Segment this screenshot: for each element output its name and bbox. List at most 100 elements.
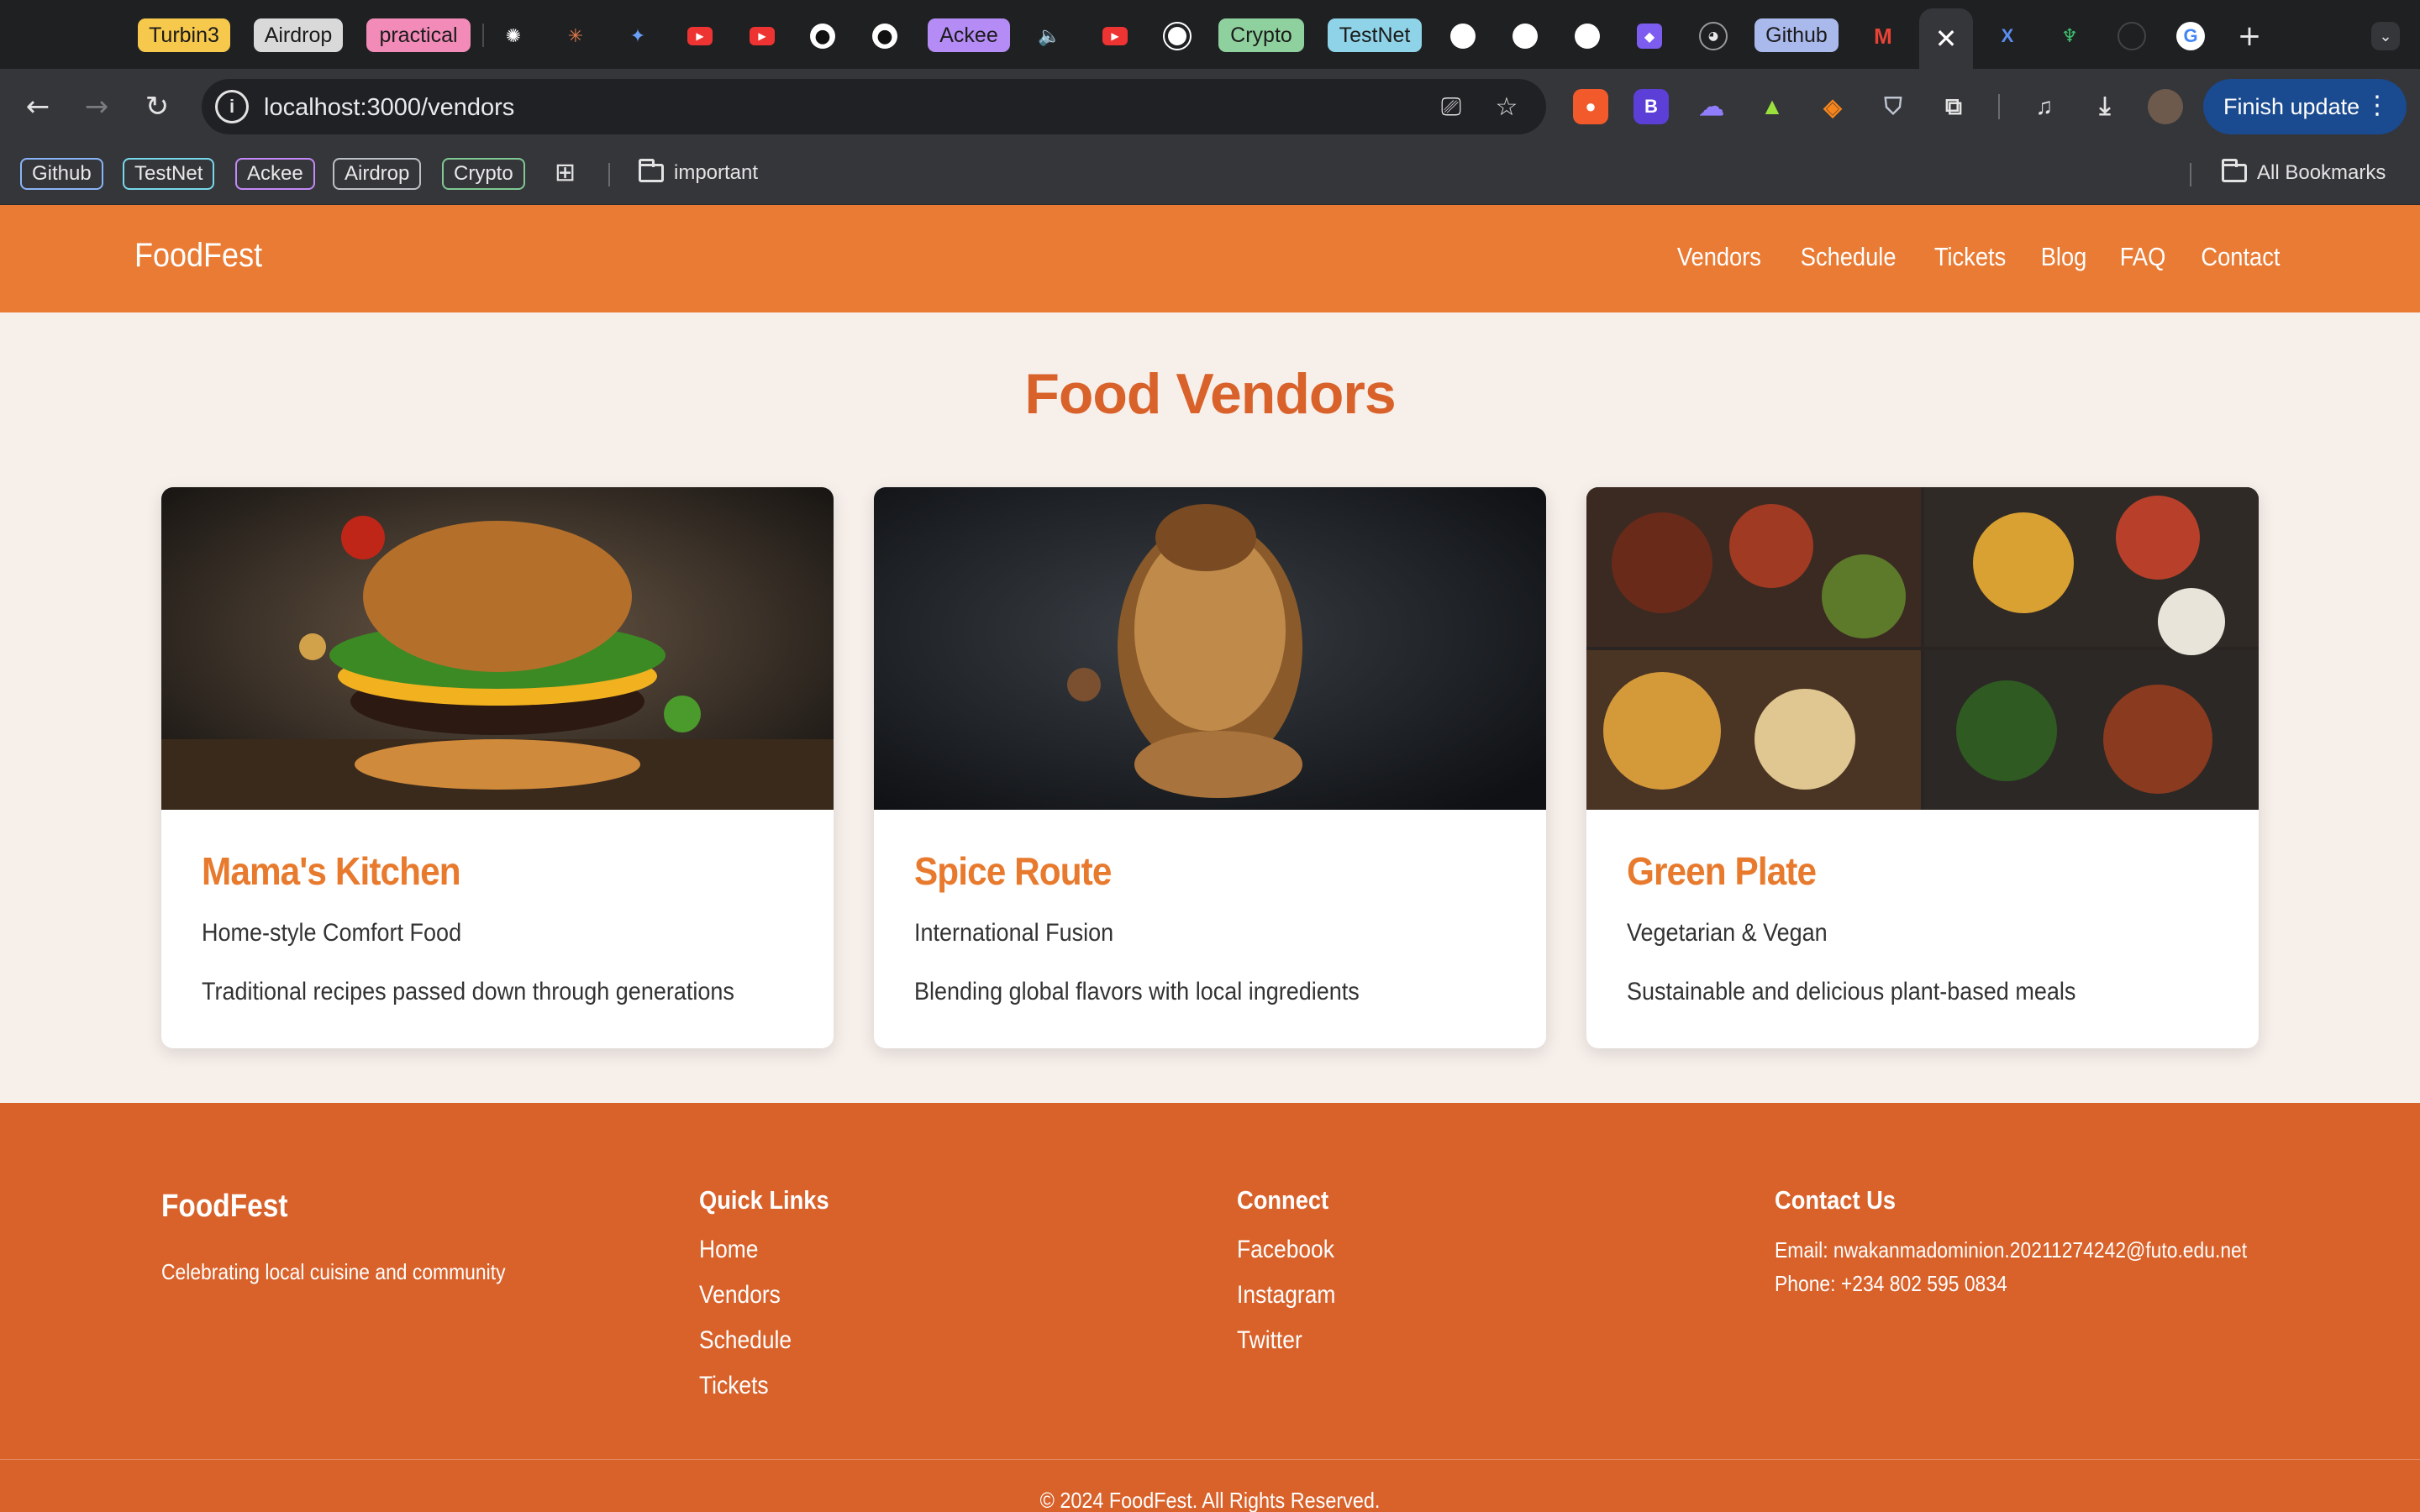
tab-turbin3[interactable]: Turbin3 [138,18,230,52]
footer-logo: FoodFest [161,1189,288,1224]
all-bookmarks-label: All Bookmarks [2257,161,2386,184]
bookmark-crypto[interactable]: Crypto [442,158,525,190]
vendor-name: Mama's Kitchen [202,849,461,893]
youtube-icon[interactable]: ▶ [748,22,776,50]
nav-faq[interactable]: FAQ [2120,242,2166,272]
contact-phone: Phone: +234 802 595 0834 [1775,1271,2007,1296]
folder-label: important [674,161,759,184]
bookmark-testnet[interactable]: TestNet [123,158,215,190]
site-info-icon[interactable]: i [215,90,249,123]
tab-search-chevron-icon[interactable]: ⌄ [2371,22,2400,50]
extension-icon[interactable]: ☁ [1694,89,1729,124]
bookmark-github[interactable]: Github [20,158,103,190]
tab-testnet[interactable]: TestNet [1328,18,1422,52]
github-icon[interactable]: ● [810,24,835,49]
all-bookmarks-button[interactable]: All Bookmarks [2222,159,2386,185]
extension-icon[interactable]: B [1634,89,1669,124]
media-queue-icon[interactable]: ♫ [2027,89,2062,124]
app-tab-icon[interactable]: X [1993,22,2022,50]
app-tab-icon[interactable] [2118,22,2146,50]
google-icon[interactable]: G [2176,22,2205,50]
gmail-icon[interactable]: M [1869,22,1897,50]
burger-photo [161,487,834,810]
nav-schedule[interactable]: Schedule [1801,242,1897,272]
vendor-name: Green Plate [1627,849,1817,893]
connect-title: Connect [1237,1185,1329,1215]
shield-icon[interactable]: ⛉ [1876,89,1911,124]
claude-icon[interactable]: ✳ [561,22,590,50]
github-icon[interactable] [1163,22,1192,50]
github-icon[interactable]: ● [872,24,897,49]
site-logo[interactable]: FoodFest [134,237,262,275]
footer-link-instagram[interactable]: Instagram [1237,1281,1335,1310]
forward-icon[interactable]: → [76,86,118,128]
download-icon[interactable]: ⤓ [2087,89,2123,124]
nav-contact[interactable]: Contact [2202,242,2281,272]
github-icon[interactable] [1575,24,1600,49]
menu-dots-icon[interactable]: ⋮ [2365,91,2390,120]
vendor-cuisine: Vegetarian & Vegan [1627,919,1828,947]
back-icon[interactable]: ← [17,86,59,128]
quick-links-title: Quick Links [699,1185,829,1215]
nav-tickets[interactable]: Tickets [1934,242,2006,272]
vendor-card[interactable]: Spice Route International Fusion Blendin… [874,487,1546,1048]
avatar-tab-icon[interactable]: ◕ [1699,22,1728,50]
bookmark-folder-important[interactable]: important [639,159,759,185]
app-tab-icon[interactable]: ♆ [2055,22,2084,50]
footer-link-tickets[interactable]: Tickets [699,1372,769,1400]
browser-toolbar: ← → ↻ i localhost:3000/vendors ⎚ ☆ ● B ☁… [0,69,2420,144]
folder-icon [639,159,664,182]
bookmark-airdrop[interactable]: Airdrop [333,158,422,190]
nav-vendors[interactable]: Vendors [1677,242,1761,272]
contact-title: Contact Us [1775,1185,1897,1215]
tab-airdrop[interactable]: Airdrop [254,18,343,52]
active-tab-close-icon[interactable]: ✕ [1919,8,1973,69]
gemini-icon[interactable]: ✦ [623,22,652,50]
contact-email[interactable]: Email: nwakanmadominion.20211274242@futo… [1775,1237,2247,1263]
vendor-name: Spice Route [914,849,1112,893]
new-tab-icon[interactable]: + [2235,19,2264,53]
nav-blog[interactable]: Blog [2041,242,2087,272]
footer-link-twitter[interactable]: Twitter [1237,1326,1302,1355]
extensions-puzzle-icon[interactable]: ⧉ [1936,89,1971,124]
youtube-icon[interactable]: ▶ [1101,22,1129,50]
footer-link-vendors[interactable]: Vendors [699,1281,781,1310]
browser-tab-strip: Turbin3 Airdrop practical ✺ ✳ ✦ ▶ ▶ ● ● … [0,0,2420,69]
extension-icon[interactable]: ▲ [1754,89,1790,124]
github-icon[interactable] [1512,24,1538,49]
tab-github[interactable]: Github [1754,18,1839,52]
apps-grid-icon[interactable]: ⊞ [555,158,576,187]
footer-link-facebook[interactable]: Facebook [1237,1236,1334,1264]
bookmark-star-icon[interactable]: ☆ [1489,89,1524,124]
tab-ackee[interactable]: Ackee [928,18,1010,52]
footer-tagline: Celebrating local cuisine and community [161,1259,506,1284]
footer-link-home[interactable]: Home [699,1236,758,1264]
copyright: © 2024 FoodFest. All Rights Reserved. [1039,1488,1381,1512]
ethereum-app-icon[interactable]: ◆ [1637,24,1662,49]
youtube-icon[interactable]: ▶ [686,22,714,50]
site-header: FoodFest Vendors Schedule Tickets Blog F… [0,205,2420,312]
tab-practical[interactable]: practical [366,18,471,52]
openai-icon[interactable]: ✺ [499,22,528,50]
address-bar[interactable]: i localhost:3000/vendors ⎚ ☆ [202,79,1546,134]
bookmark-divider [2190,163,2191,186]
vendor-card[interactable]: Green Plate Vegetarian & Vegan Sustainab… [1586,487,2259,1048]
finish-update-button[interactable]: Finish update ⋮ [2203,79,2407,134]
tab-divider [482,24,484,47]
profile-avatar[interactable] [2148,89,2183,124]
speaker-icon[interactable]: 🔈 [1035,22,1064,50]
vendor-description: Traditional recipes passed down through … [202,978,734,1005]
bookmark-divider [608,163,610,186]
bookmarks-bar: Github TestNet Ackee Airdrop Crypto ⊞ im… [0,144,2420,205]
vendor-card[interactable]: Mama's Kitchen Home-style Comfort Food T… [161,487,834,1048]
install-app-icon[interactable]: ⎚ [1434,89,1469,124]
tab-crypto[interactable]: Crypto [1218,18,1304,52]
github-icon[interactable] [1450,24,1476,49]
address-url[interactable]: localhost:3000/vendors [264,94,514,122]
bookmark-ackee[interactable]: Ackee [235,158,315,190]
reload-icon[interactable]: ↻ [136,86,178,128]
metamask-icon[interactable]: ◈ [1815,89,1850,124]
pasta-photo [874,487,1546,810]
footer-link-schedule[interactable]: Schedule [699,1326,792,1355]
extension-icon[interactable]: ● [1573,89,1608,124]
